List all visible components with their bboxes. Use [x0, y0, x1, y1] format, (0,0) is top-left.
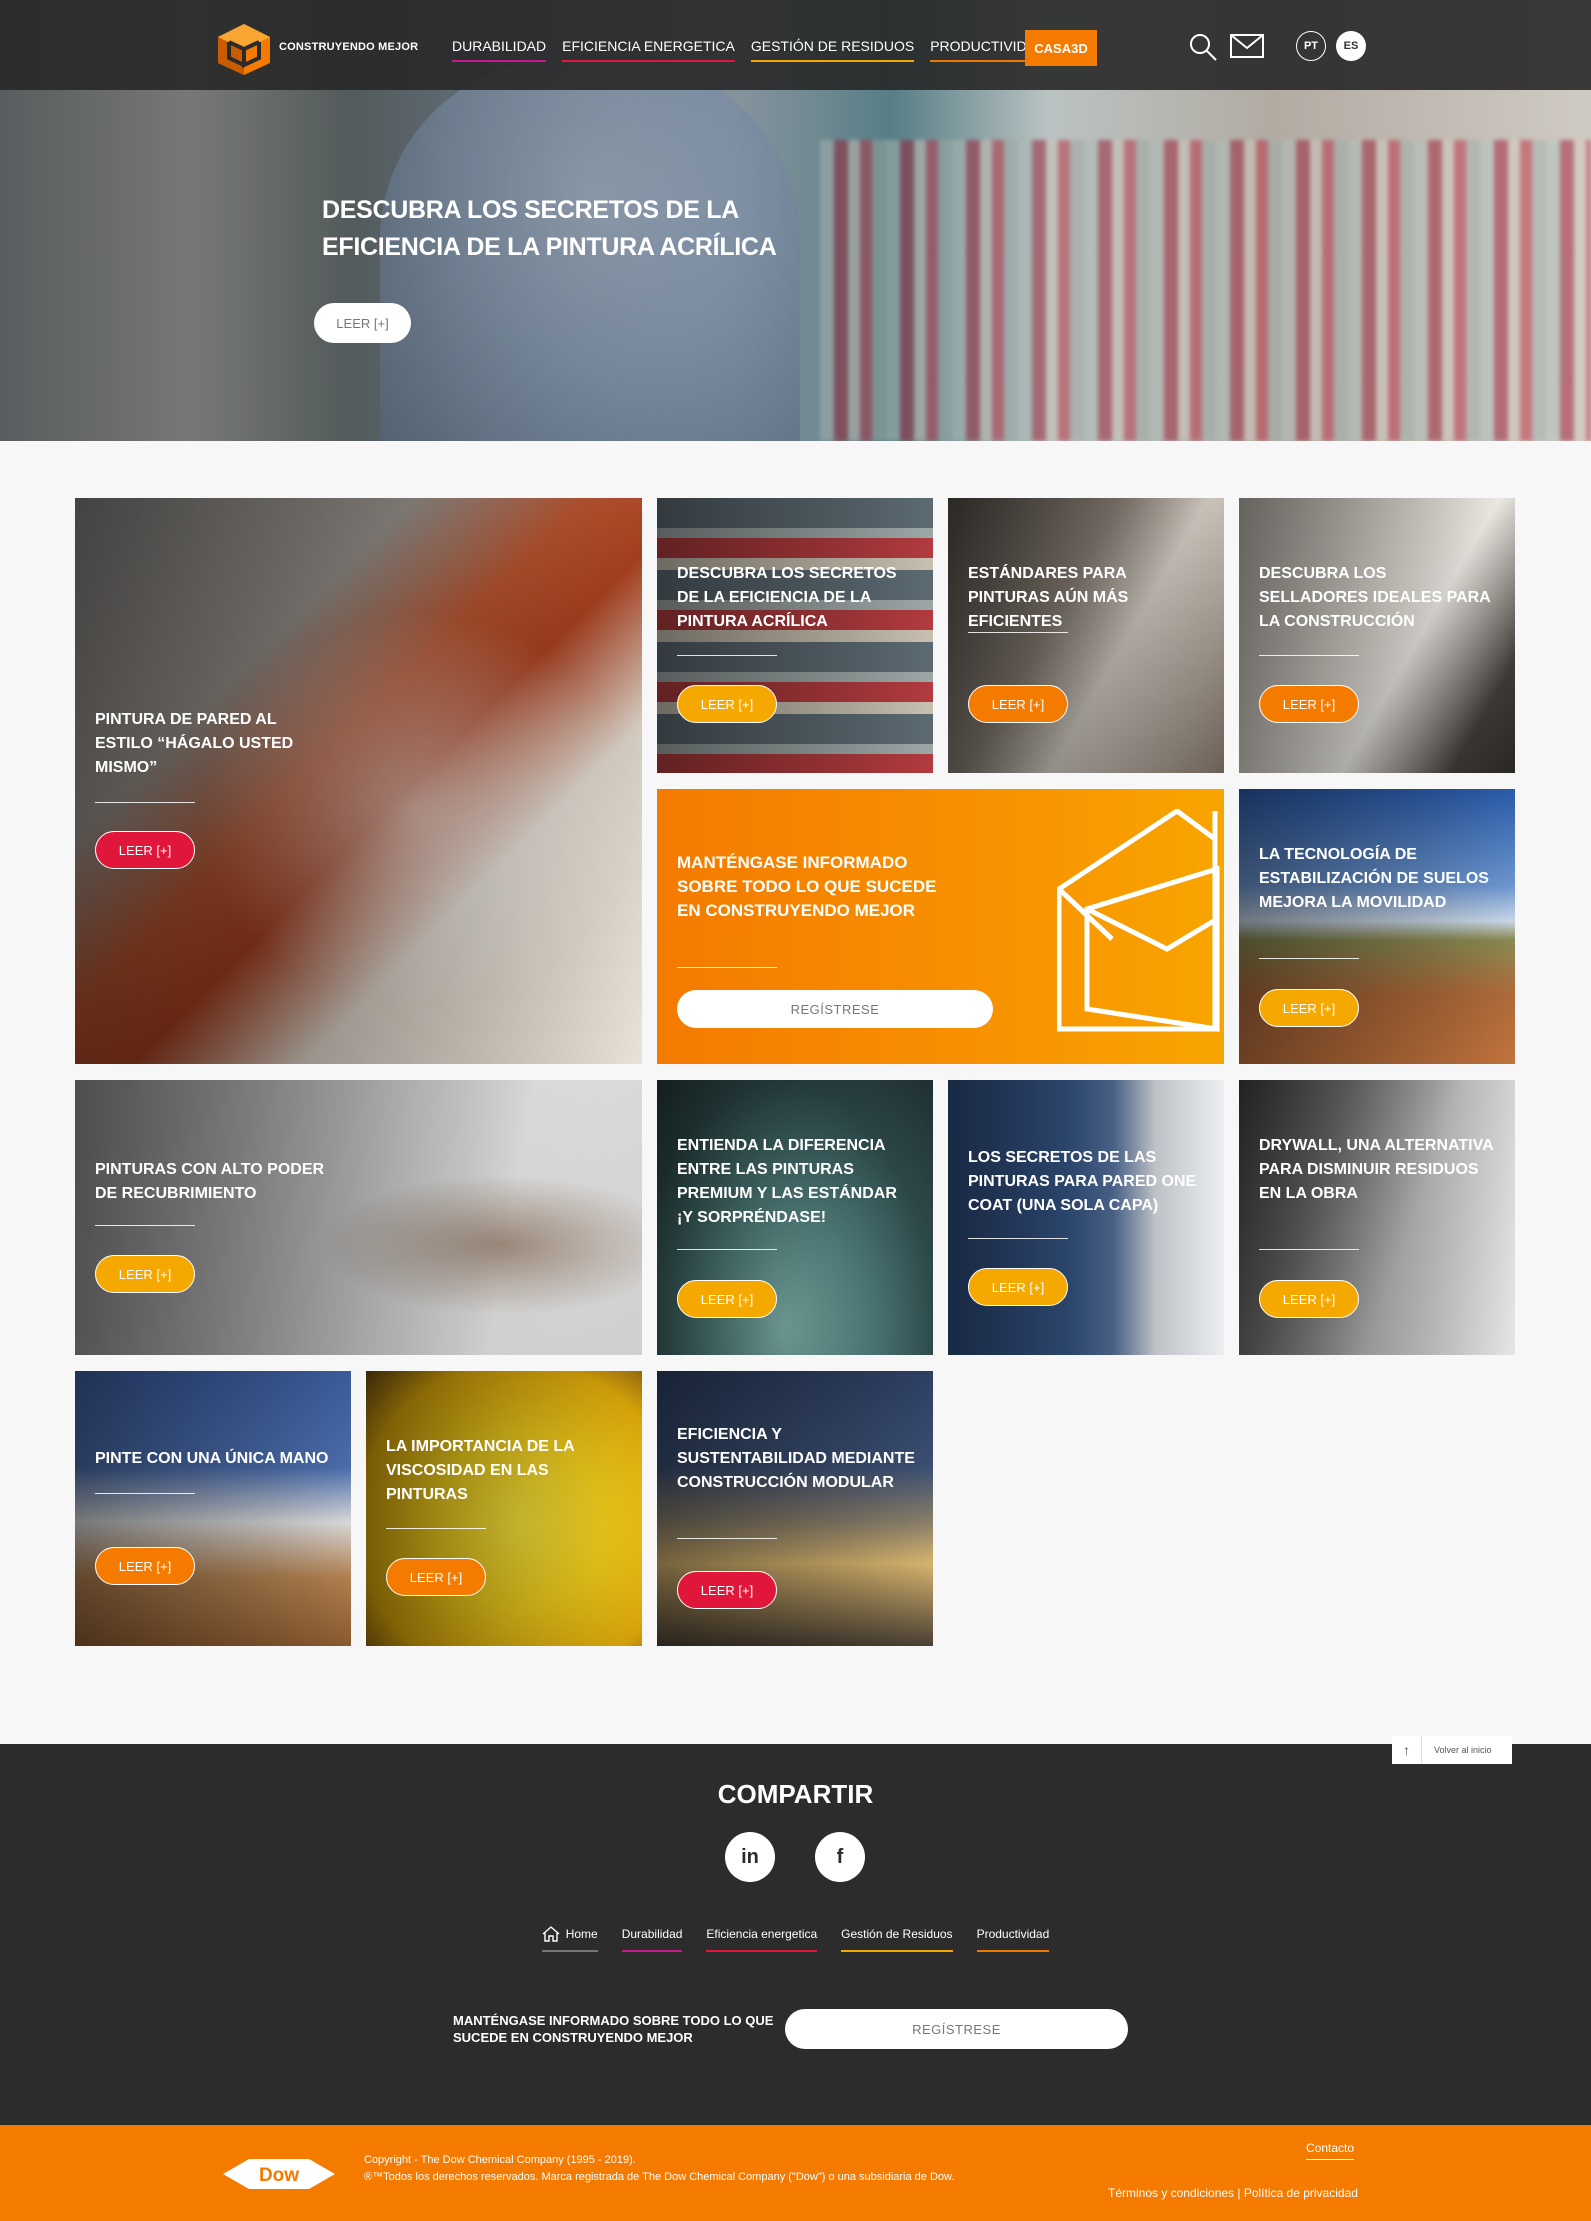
newsletter-card: MANTÉNGASE INFORMADO SOBRE TODO LO QUE S… [657, 789, 1224, 1064]
legal-links[interactable]: Términos y condiciones | Política de pri… [1108, 2186, 1358, 2200]
footer-nav-durabilidad[interactable]: Durabilidad [621, 1926, 683, 1952]
card-title: DESCUBRA LOS SECRETOS DE LA EFICIENCIA D… [677, 565, 897, 630]
nav-gestion-de-residuos[interactable]: GESTIÓN DE RESIDUOS [750, 38, 915, 62]
nav-eficiencia-energetica[interactable]: EFICIENCIA ENERGETICA [562, 38, 735, 62]
copyright-line-1: Copyright - The Dow Chemical Company (19… [364, 2154, 636, 2166]
card-title: EFICIENCIA Y SUSTENTABILIDAD MEDIANTE CO… [677, 1426, 915, 1491]
article-card-modular-construction[interactable]: EFICIENCIA Y SUSTENTABILIDAD MEDIANTE CO… [657, 1371, 933, 1646]
svg-text:Dow: Dow [259, 2165, 299, 2186]
footer-nav: Home Durabilidad Eficiencia energetica G… [0, 1926, 1591, 1952]
article-card-viscosity[interactable]: LA IMPORTANCIA DE LA VISCOSIDAD EN LAS P… [366, 1371, 642, 1646]
language-es-button[interactable]: ES [1336, 31, 1366, 61]
card-title: DESCUBRA LOS SELLADORES IDEALES PARA LA … [1259, 565, 1491, 630]
main-nav: DURABILIDAD EFICIENCIA ENERGETICA GESTIÓ… [452, 38, 1047, 62]
card-read-more-button[interactable]: LEER [+] [968, 1268, 1068, 1306]
contact-link[interactable]: Contacto [1306, 2141, 1355, 2160]
nav-casa3d-button[interactable]: CASA3D [1025, 30, 1097, 66]
back-to-top-button[interactable]: ↑ Volver al inicio [1392, 1736, 1512, 1764]
arrow-up-icon: ↑ [1392, 1736, 1422, 1764]
article-card-sealers[interactable]: DESCUBRA LOS SELLADORES IDEALES PARA LA … [1239, 498, 1515, 773]
footer-nav-productividad[interactable]: Productividad [976, 1926, 1050, 1952]
search-icon[interactable] [1188, 32, 1218, 62]
article-card-soil-stabilization[interactable]: LA TECNOLOGÍA DE ESTABILIZACIÓN DE SUELO… [1239, 789, 1515, 1064]
copyright-line-2: ®™Todos los derechos reservados. Marca r… [364, 2171, 955, 2183]
article-card-paint-standards[interactable]: ESTÁNDARES PARA PINTURAS AÚN MÁS EFICIEN… [948, 498, 1224, 773]
footer-nav-home-label: Home [565, 1927, 598, 1941]
mail-icon[interactable] [1230, 34, 1264, 58]
card-read-more-button[interactable]: LEER [+] [677, 1280, 777, 1318]
card-title: DRYWALL, UNA ALTERNATIVA PARA DISMINUIR … [1259, 1137, 1494, 1202]
card-title: PINTE CON UNA ÚNICA MANO [95, 1450, 329, 1467]
footer-nav-eficiencia-energetica[interactable]: Eficiencia energetica [706, 1926, 818, 1952]
nav-durabilidad[interactable]: DURABILIDAD [452, 38, 547, 62]
hero-read-more-button[interactable]: LEER [+] [314, 303, 411, 343]
card-read-more-button[interactable]: LEER [+] [677, 685, 777, 723]
article-card-high-coverage[interactable]: PINTURAS CON ALTO PODER DE RECUBRIMIENTO… [75, 1080, 642, 1355]
article-card-one-coat[interactable]: LOS SECRETOS DE LAS PINTURAS PARA PARED … [948, 1080, 1224, 1355]
footer-nav-gestion-de-residuos[interactable]: Gestión de Residuos [841, 1926, 953, 1952]
envelope-icon [1057, 809, 1220, 1032]
card-title: LA IMPORTANCIA DE LA VISCOSIDAD EN LAS P… [386, 1438, 575, 1503]
facebook-icon[interactable]: f [815, 1832, 865, 1882]
site-header: CONSTRUYENDO MEJOR DURABILIDAD EFICIENCI… [0, 0, 1591, 90]
card-read-more-button[interactable]: LEER [+] [95, 1255, 195, 1293]
card-title: PINTURAS CON ALTO PODER DE RECUBRIMIENTO [95, 1161, 325, 1202]
card-read-more-button[interactable]: LEER [+] [1259, 989, 1359, 1027]
card-title: ENTIENDA LA DIFERENCIA ENTRE LAS PINTURA… [677, 1137, 897, 1226]
card-read-more-button[interactable]: LEER [+] [1259, 1280, 1359, 1318]
logo-text: CONSTRUYENDO MEJOR [279, 41, 419, 53]
hero-title: DESCUBRA LOS SECRETOS DE LA EFICIENCIA D… [322, 196, 777, 261]
card-read-more-button[interactable]: LEER [+] [1259, 685, 1359, 723]
article-card-single-coat[interactable]: PINTE CON UNA ÚNICA MANO LEER [+] [75, 1371, 351, 1646]
article-card-acrylic-paint[interactable]: DESCUBRA LOS SECRETOS DE LA EFICIENCIA D… [657, 498, 933, 773]
card-read-more-button[interactable]: LEER [+] [386, 1558, 486, 1596]
card-read-more-button[interactable]: LEER [+] [95, 1547, 195, 1585]
dow-logo[interactable]: Dow [223, 2157, 335, 2191]
home-icon [542, 1926, 560, 1942]
language-pt-button[interactable]: PT [1296, 31, 1326, 61]
card-title: LA TECNOLOGÍA DE ESTABILIZACIÓN DE SUELO… [1259, 846, 1489, 911]
footer-nav-home[interactable]: Home [541, 1926, 598, 1952]
back-to-top-label: Volver al inicio [1434, 1745, 1492, 1755]
card-title: LOS SECRETOS DE LAS PINTURAS PARA PARED … [968, 1149, 1197, 1214]
construyendo-mejor-logo[interactable] [216, 22, 272, 76]
article-card-diy[interactable]: PINTURA DE PARED AL ESTILO “HÁGALO USTED… [75, 498, 642, 1064]
share-title: COMPARTIR [717, 1779, 874, 1809]
linkedin-icon[interactable]: in [725, 1832, 775, 1882]
card-read-more-button[interactable]: LEER [+] [677, 1571, 777, 1609]
card-title: ESTÁNDARES PARA PINTURAS AÚN MÁS EFICIEN… [968, 565, 1129, 630]
copyright-text: Copyright - The Dow Chemical Company (19… [364, 2152, 964, 2186]
newsletter-title: MANTÉNGASE INFORMADO SOBRE TODO LO QUE S… [677, 853, 937, 920]
card-read-more-button[interactable]: LEER [+] [968, 685, 1068, 723]
card-read-more-button[interactable]: LEER [+] [95, 831, 195, 869]
article-card-premium-vs-standard[interactable]: ENTIENDA LA DIFERENCIA ENTRE LAS PINTURA… [657, 1080, 933, 1355]
article-card-drywall[interactable]: DRYWALL, UNA ALTERNATIVA PARA DISMINUIR … [1239, 1080, 1515, 1355]
card-title: PINTURA DE PARED AL ESTILO “HÁGALO USTED… [95, 711, 294, 776]
footer-newsletter-register-button[interactable]: REGÍSTRESE [785, 2009, 1128, 2049]
newsletter-register-button[interactable]: REGÍSTRESE [677, 990, 993, 1028]
footer-newsletter-text: MANTÉNGASE INFORMADO SOBRE TODO LO QUE S… [453, 2013, 774, 2045]
